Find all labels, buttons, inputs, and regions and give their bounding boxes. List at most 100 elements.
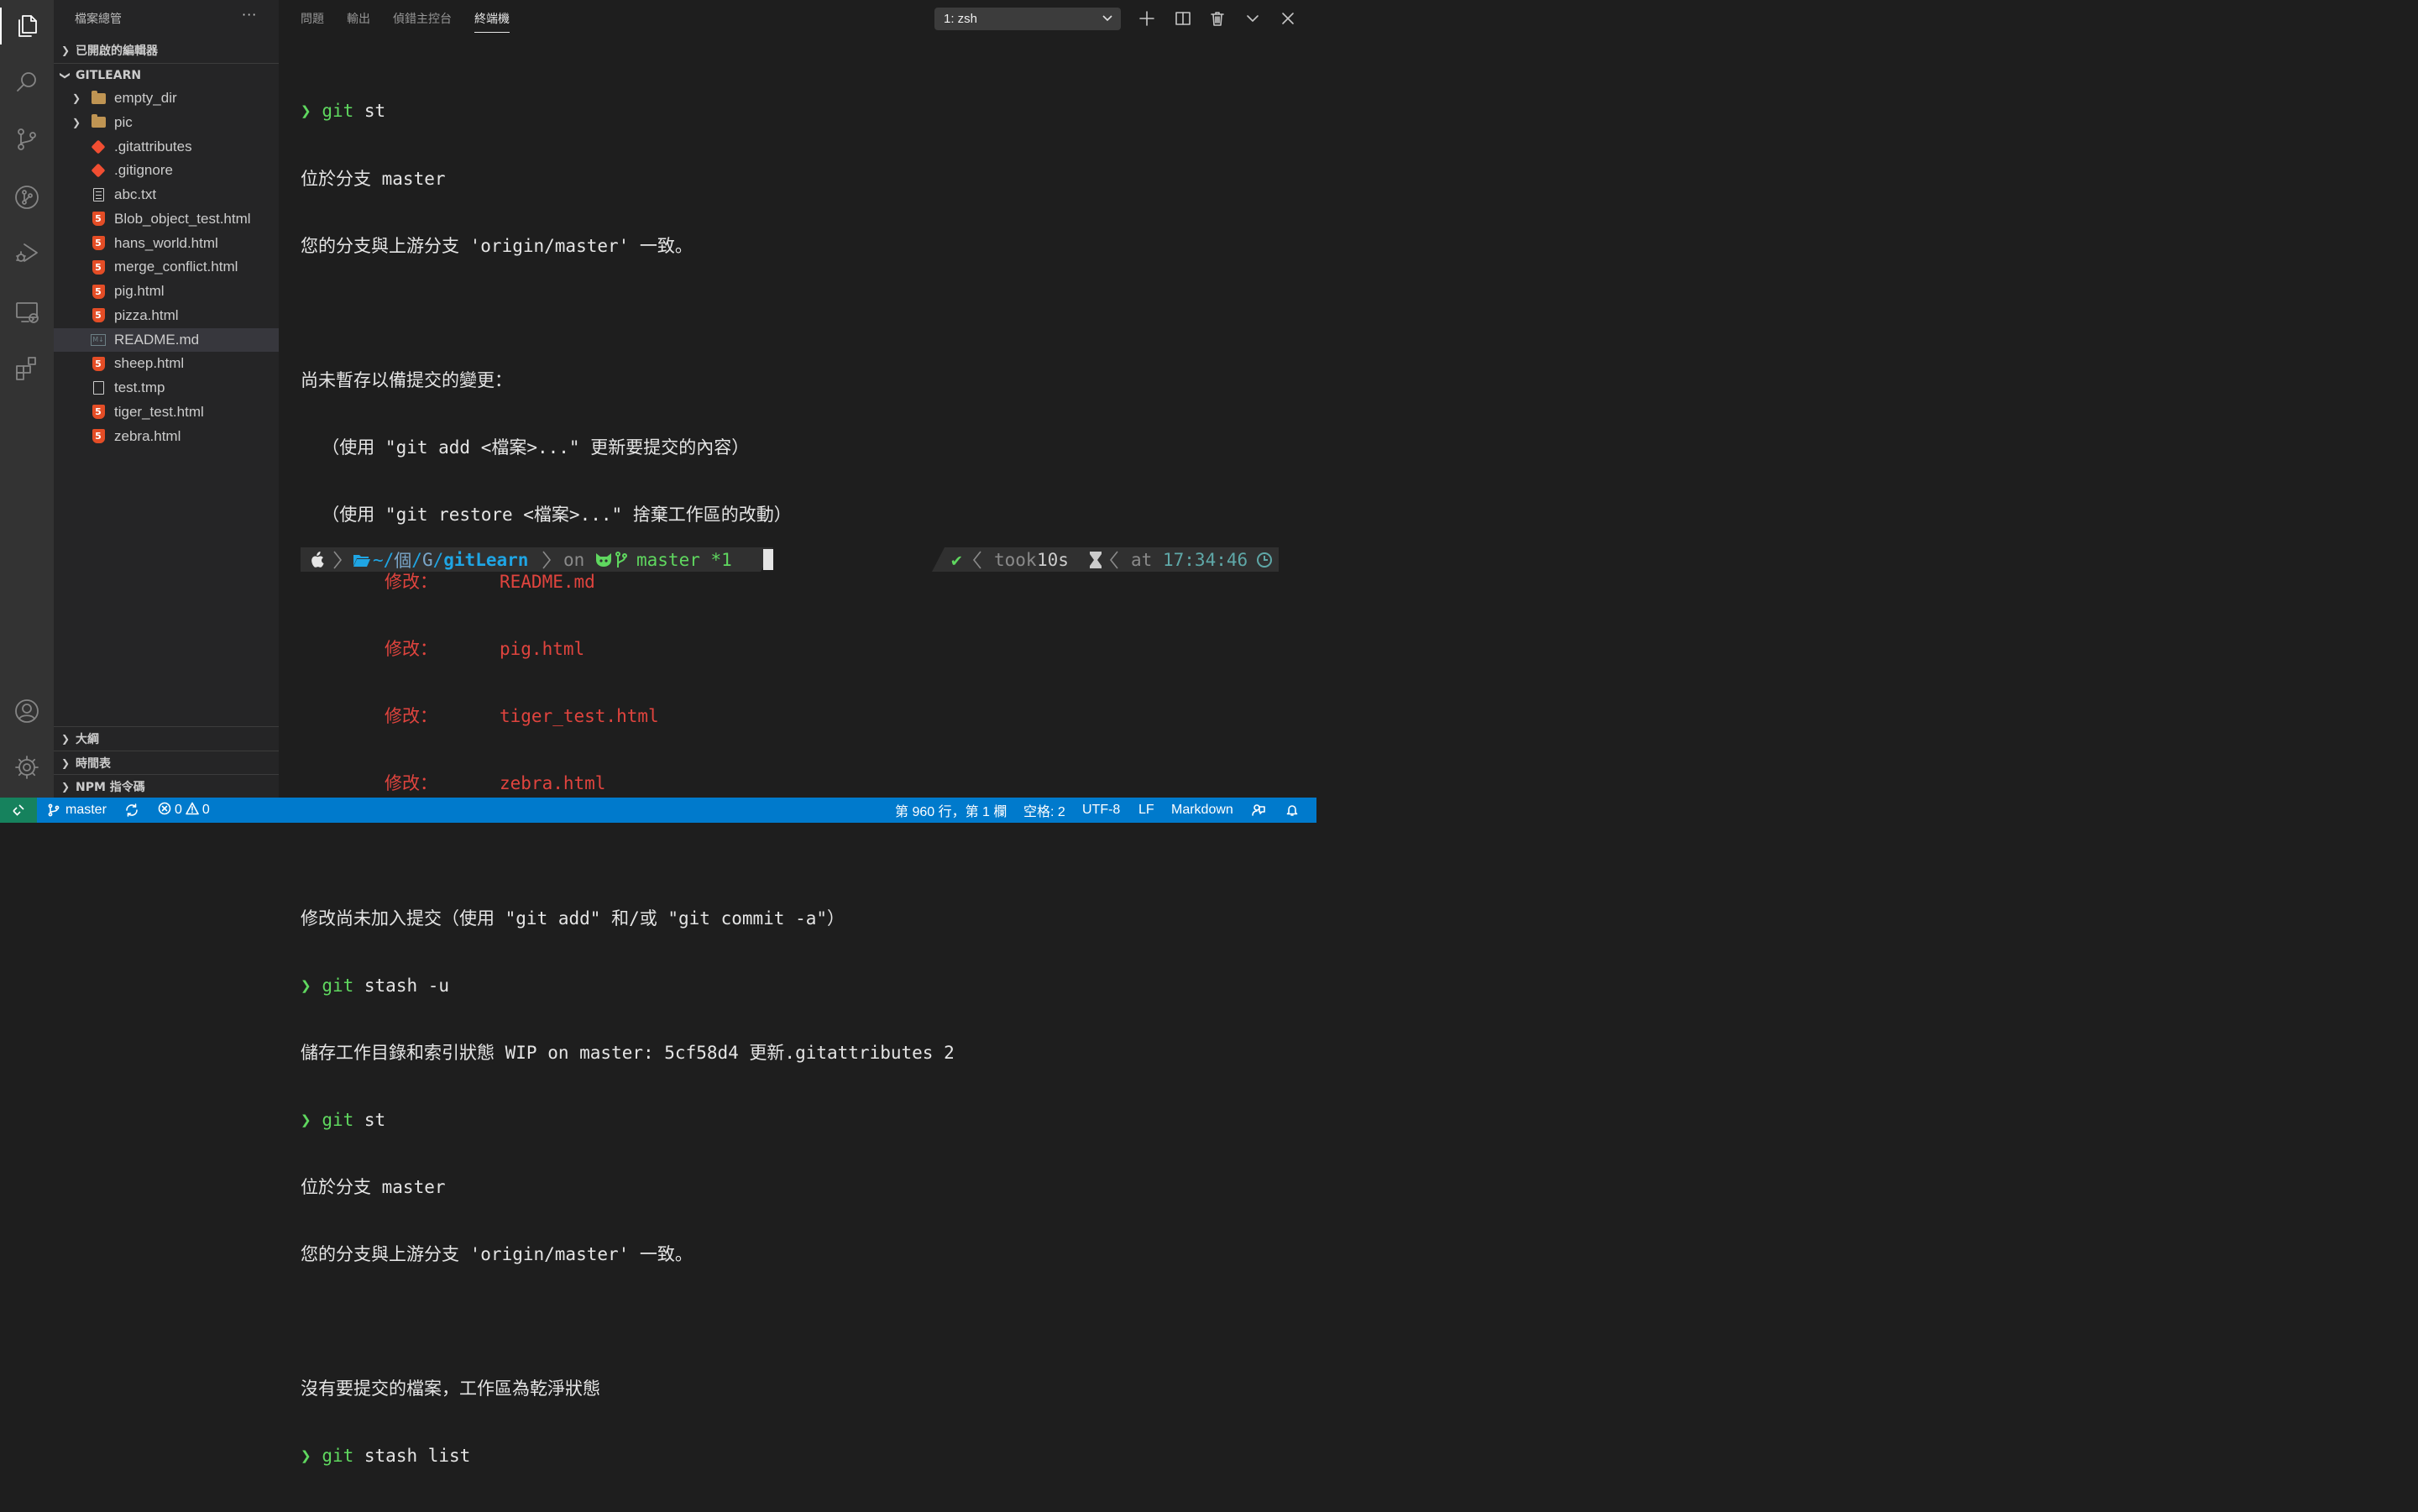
problems-status[interactable]: 0 0 [158,798,210,823]
modified-line: 修改： README.md [301,571,955,594]
html5-icon: 5 [91,356,106,371]
indentation[interactable]: 空格: 2 [1023,798,1065,823]
extensions-icon[interactable] [0,344,54,391]
language-mode[interactable]: Markdown [1171,798,1233,823]
command-name: git [322,101,354,122]
prompt-at: at [1131,549,1153,570]
tab-debug-console[interactable]: 偵錯主控台 [393,0,452,37]
success-check: ✔ [951,549,962,570]
modified-line: 修改： zebra.html [301,772,955,795]
file-tree-item[interactable]: 5 pizza.html [54,304,279,327]
github-cat-icon [594,547,613,572]
html5-icon: 5 [91,429,106,444]
section-outline[interactable]: ❯ 大綱 [54,726,279,751]
chevron-right-icon [541,547,552,572]
source-control-icon[interactable] [0,116,54,163]
git-graph-icon[interactable] [0,174,54,221]
file-tree-item[interactable]: .gitattributes [54,135,279,159]
file-tree-item[interactable]: 5 pig.html [54,280,279,303]
file-tree-item[interactable]: M↓ README.md [54,327,279,352]
prompt-symbol: ❯ [301,975,311,996]
file-tree-item[interactable]: 5 tiger_test.html [54,400,279,424]
file-tree-item[interactable]: test.tmp [54,376,279,400]
html5-icon: 5 [91,259,106,275]
command-name: git [322,1109,354,1130]
apple-icon [309,547,324,572]
file-name: README.md [114,331,200,348]
explorer-icon[interactable] [0,3,54,50]
folder-open-icon [353,547,371,572]
modified-label: 修改： [385,572,437,593]
tab-terminal[interactable]: 終端機 [474,0,510,37]
terminal-select[interactable]: 1: zsh [934,8,1121,30]
output-line: 您的分支與上游分支 'origin/master' 一致。 [301,1244,693,1264]
search-icon[interactable] [0,59,54,106]
folder-icon [91,114,106,130]
trash-icon[interactable] [1207,8,1227,29]
command-args: st [353,1109,386,1130]
cursor-position[interactable]: 第 960 行，第 1 欄 [895,798,1007,823]
section-project[interactable]: ❯ GITLEARN [54,63,279,87]
prompt-right-cap [932,547,945,572]
notifications-bell-icon[interactable] [1285,798,1299,823]
end-of-line[interactable]: LF [1138,798,1154,823]
prompt-on: on [563,549,585,570]
tab-problems[interactable]: 問題 [301,0,324,37]
chevron-down-icon: ❯ [60,71,71,81]
chevron-right-icon [332,547,343,572]
output-line: 修改尚未加入提交（使用 "git add" 和/或 "git commit -a… [301,908,845,929]
run-debug-icon[interactable] [0,229,54,276]
section-label: 時間表 [76,757,111,771]
file-name: sheep.html [114,355,185,372]
section-label: GITLEARN [76,69,142,82]
modified-line: 修改： tiger_test.html [301,705,955,728]
sync-icon[interactable] [125,798,139,823]
prompt-symbol: ❯ [301,1446,311,1467]
section-timeline[interactable]: ❯ 時間表 [54,751,279,775]
new-terminal-icon[interactable] [1137,8,1157,29]
file-tree-item[interactable]: 5 merge_conflict.html [54,255,279,279]
file-name: zebra.html [114,427,181,444]
explorer-sidebar: 檔案總管 ··· ❯ 已開啟的編輯器 ❯ GITLEARN ❯ empty_dir… [54,0,279,798]
modified-file: zebra.html [500,773,606,794]
modified-file: tiger_test.html [500,706,659,727]
modified-line: 修改： pig.html [301,638,955,661]
chevron-down-icon[interactable] [1243,8,1263,29]
prompt-path: ~/個 / G / gitLearn [373,549,529,571]
file-tree-item[interactable]: 5 hans_world.html [54,232,279,255]
section-open-editors[interactable]: ❯ 已開啟的編輯器 [54,39,279,62]
file-tree-item[interactable]: 5 sheep.html [54,352,279,375]
remote-explorer-icon[interactable] [0,288,54,335]
account-icon[interactable] [0,688,54,735]
clock-icon [1256,547,1273,572]
section-npm-scripts[interactable]: ❯ NPM 指令碼 [54,774,279,798]
feedback-icon[interactable] [1252,798,1265,823]
powerline-prompt: ~/個 / G / gitLearn on master *1 ✔ took 10s a… [301,547,1279,572]
remote-indicator-icon[interactable] [0,798,37,823]
branch-status[interactable]: master [47,798,107,823]
split-terminal-icon[interactable] [1173,8,1193,29]
folder-icon [91,90,106,106]
terminal-output[interactable]: ❯ git st 位於分支 master 您的分支與上游分支 'origin/m… [301,55,955,1512]
html5-icon: 5 [91,284,106,299]
file-tree-item[interactable]: ❯ empty_dir [54,86,279,110]
tab-output[interactable]: 輸出 [347,0,370,37]
file-tree-item[interactable]: 5 zebra.html [54,425,279,448]
close-icon[interactable] [1278,8,1298,29]
terminal-select-value: 1: zsh [944,12,978,26]
git-icon [91,139,106,154]
output-line: 儲存工作目錄和索引狀態 WIP on master: 5cf58d4 更新.gi… [301,1042,955,1063]
file-tree-item[interactable]: .gitignore [54,159,279,182]
encoding[interactable]: UTF-8 [1082,798,1120,823]
more-actions-icon[interactable]: ··· [242,7,257,23]
prompt-time: 17:34:46 [1163,549,1248,570]
section-label: NPM 指令碼 [76,781,145,794]
file-tree-item[interactable]: ❯ pic [54,111,279,134]
file-tree-item[interactable]: abc.txt [54,183,279,207]
file-tree-item[interactable]: 5 Blob_object_test.html [54,207,279,231]
chevron-right-icon: ❯ [72,92,81,104]
settings-gear-icon[interactable] [0,744,54,791]
file-icon [91,380,106,395]
